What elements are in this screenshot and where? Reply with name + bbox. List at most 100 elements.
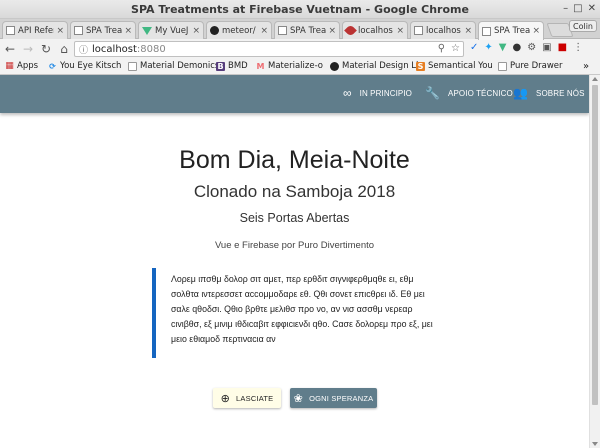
- bookmark-apps[interactable]: ▦ Apps: [5, 61, 38, 71]
- bookmark-star-icon[interactable]: ☆: [451, 43, 460, 54]
- doc-icon: [128, 61, 137, 71]
- tab-close-icon[interactable]: ×: [260, 26, 268, 36]
- nav-item-in-principio[interactable]: ∞ IN PRINCIPIO: [343, 87, 412, 99]
- browser-tab[interactable]: SPA Trea ×: [274, 21, 340, 39]
- doc-icon: [498, 61, 507, 71]
- bookmark-item[interactable]: Pure Drawer: [498, 61, 563, 71]
- blockquote: Λορεμ ιπσθμ δολορ σιτ αμετ, περ ερθδιτ σ…: [152, 268, 442, 358]
- apps-icon: ▦: [5, 60, 14, 71]
- bookmark-item[interactable]: Material Design Li: [330, 61, 418, 71]
- tab-close-icon[interactable]: ×: [532, 26, 540, 36]
- maximize-icon[interactable]: □: [573, 3, 582, 15]
- tab-close-icon[interactable]: ×: [192, 26, 200, 36]
- menu-icon[interactable]: ⋮: [573, 42, 583, 53]
- doc-icon: [482, 26, 491, 36]
- url-port: :8080: [136, 43, 166, 55]
- bookmark-label: Materialize-o: [268, 61, 324, 71]
- browser-toolbar: ← → ↻ ⌂ ⓘ localhost:8080 ⚲ ☆ ✓ ✦ ▼ ● ⚙ ▣…: [0, 39, 600, 59]
- nav-item-apoio-tecnico[interactable]: 🔧 APOIO TÉCNICO: [425, 87, 513, 99]
- doc-icon: [6, 26, 15, 35]
- extension-v-icon[interactable]: ✓: [470, 42, 478, 53]
- zoom-icon[interactable]: ⚲: [438, 43, 445, 54]
- bookmark-label: Material Design Li: [342, 61, 419, 71]
- bootstrap-icon: B: [216, 61, 225, 71]
- lasciate-button[interactable]: ⊕ LASCIATE: [213, 388, 281, 408]
- ogni-speranza-button[interactable]: ❀ OGNI SPERANZA: [290, 388, 377, 408]
- tab-label: SPA Trea: [290, 25, 327, 36]
- tab-close-icon[interactable]: ×: [464, 26, 472, 36]
- nav-item-sobre-nos[interactable]: 👥 SOBRE NÓS: [513, 87, 585, 99]
- bookmark-item[interactable]: Material Demonics: [128, 61, 219, 71]
- tab-label: meteor/: [222, 25, 256, 36]
- nav-label: APOIO TÉCNICO: [448, 88, 513, 98]
- nav-label: SOBRE NÓS: [536, 88, 585, 98]
- minimize-icon[interactable]: –: [563, 3, 568, 15]
- tab-label: API Refer: [18, 25, 55, 36]
- info-icon[interactable]: ⓘ: [79, 43, 88, 56]
- blockquote-text: Λορεμ ιπσθμ δολορ σιτ αμετ, περ ερθδιτ σ…: [171, 274, 433, 344]
- scroll-up-icon[interactable]: [592, 77, 598, 81]
- bookmark-label: Apps: [17, 61, 39, 71]
- spinner-icon: ⟳: [49, 61, 56, 71]
- bookmarks-overflow-icon[interactable]: »: [583, 61, 589, 72]
- scroll-down-icon[interactable]: [592, 442, 598, 446]
- app-navbar: ∞ IN PRINCIPIO 🔧 APOIO TÉCNICO 👥 SOBRE N…: [0, 75, 589, 113]
- twitter-icon[interactable]: ✦: [484, 42, 492, 53]
- doc-icon: [74, 26, 83, 35]
- bookmark-item[interactable]: M Materialize-o: [256, 61, 324, 71]
- bookmark-item[interactable]: B BMD: [216, 61, 248, 71]
- github-ext-icon[interactable]: ●: [512, 42, 521, 53]
- doc-icon: [414, 26, 423, 35]
- tab-close-icon[interactable]: ×: [124, 26, 132, 36]
- browser-tab[interactable]: SPA Trea ×: [70, 21, 136, 39]
- vue-devtools-icon[interactable]: ▼: [499, 42, 507, 53]
- github-icon: [330, 61, 339, 71]
- bookmark-item[interactable]: ⟳ You Eye Kitsch: [48, 61, 121, 71]
- url-text[interactable]: localhost:8080: [92, 44, 166, 55]
- window-titlebar: SPA Treatments at Firebase Vuetnam - Goo…: [0, 0, 600, 19]
- feather-icon: [344, 24, 357, 37]
- evernote-icon[interactable]: ▣: [542, 42, 551, 53]
- back-icon[interactable]: ←: [2, 42, 18, 56]
- tab-label: SPA Trea: [86, 25, 123, 36]
- bookmark-label: BMD: [228, 61, 248, 71]
- reload-icon[interactable]: ↻: [38, 42, 54, 56]
- page-scrollbar[interactable]: [589, 75, 600, 448]
- nav-label: IN PRINCIPIO: [359, 88, 412, 98]
- extension-icons: ✓ ✦ ▼ ● ⚙ ▣ ■ ⋮: [470, 42, 583, 53]
- extension-red-icon[interactable]: ■: [558, 42, 567, 53]
- tab-strip: API Refer × SPA Trea × My VueJ × meteor/…: [0, 19, 600, 40]
- page-title: Bom Dia, Meia-Noite: [179, 146, 410, 174]
- address-bar[interactable]: ⓘ localhost:8080 ⚲ ☆: [74, 41, 464, 57]
- tab-close-icon[interactable]: ×: [396, 26, 404, 36]
- browser-tab[interactable]: meteor/ ×: [206, 21, 272, 39]
- browser-tab[interactable]: localhos ×: [342, 21, 408, 39]
- browser-tab[interactable]: My VueJ ×: [138, 21, 204, 39]
- bookmark-label: You Eye Kitsch: [60, 61, 122, 71]
- bookmark-item[interactable]: S Semantical You: [416, 61, 493, 71]
- doc-icon: [278, 26, 287, 35]
- wrench-icon: 🔧: [425, 86, 441, 100]
- forward-icon[interactable]: →: [20, 42, 36, 56]
- scrollbar-thumb[interactable]: [592, 85, 598, 405]
- profile-button[interactable]: Colin: [569, 20, 597, 32]
- page-subtitle: Clonado na Samboja 2018: [193, 182, 396, 201]
- window-title: SPA Treatments at Firebase Vuetnam - Goo…: [131, 3, 469, 16]
- tab-close-icon[interactable]: ×: [328, 26, 336, 36]
- tab-label: SPA Trea: [494, 26, 531, 36]
- infinity-icon: ∞: [343, 86, 352, 100]
- browser-tab[interactable]: localhos ×: [410, 21, 476, 39]
- tab-close-icon[interactable]: ×: [56, 26, 64, 36]
- close-window-icon[interactable]: ✕: [588, 3, 596, 15]
- bookmark-label: Pure Drawer: [510, 61, 563, 71]
- browser-tab[interactable]: API Refer ×: [2, 21, 68, 39]
- browser-tab-active[interactable]: SPA Trea ×: [478, 21, 544, 40]
- page-caption: Vue e Firebase por Puro Divertimento: [214, 240, 375, 251]
- home-icon[interactable]: ⌂: [56, 42, 72, 56]
- vue-icon: [142, 26, 152, 35]
- omnibox-actions: ⚲ ☆: [438, 43, 460, 54]
- url-host: localhost: [92, 43, 137, 55]
- gear-icon[interactable]: ⚙: [527, 42, 536, 53]
- bookmark-label: Material Demonics: [140, 61, 220, 71]
- window-controls: – □ ✕: [563, 3, 596, 15]
